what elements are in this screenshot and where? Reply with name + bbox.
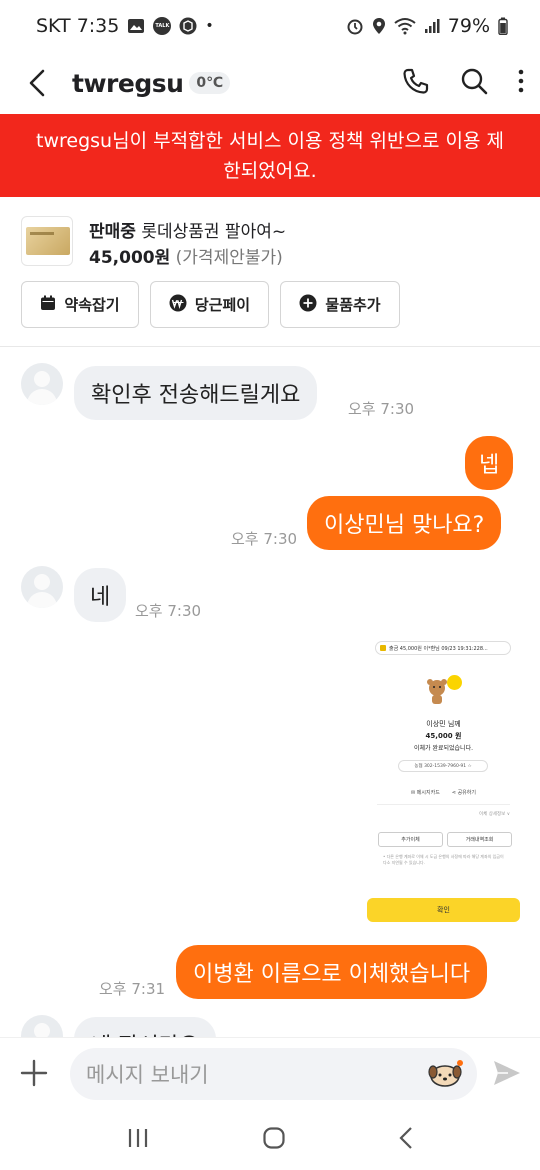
receipt-detail-toggle: 이체 상세정보 ∨ [479, 812, 510, 817]
message-bubble-incoming[interactable]: 네 [74, 568, 127, 622]
location-icon [372, 17, 386, 35]
divider [377, 804, 510, 805]
avatar[interactable] [21, 566, 63, 608]
message-time: 오후 7:30 [231, 530, 298, 548]
receipt-top-text: 출금 45,000원 이*환님 09/23 19:31:228... [389, 645, 488, 652]
message-bubble-outgoing[interactable]: 이상민님 맞나요? [307, 496, 502, 550]
chat-partner-name[interactable]: twregsu [72, 69, 184, 98]
battery-percent: 79% [447, 15, 490, 37]
avatar[interactable] [21, 1015, 63, 1037]
message-bubble-outgoing[interactable]: 이병환 이름으로 이체했습니다 [176, 945, 488, 999]
plus-icon[interactable] [19, 1058, 49, 1088]
message-time: 오후 7:31 [99, 980, 166, 998]
system-navigation-bar [0, 1110, 540, 1170]
phone-icon[interactable] [402, 67, 430, 99]
wifi-icon [394, 17, 416, 35]
avatar[interactable] [21, 363, 63, 405]
restriction-warning-banner: twregsu님이 부적합한 서비스 이용 정책 위반으로 이용 제한되었어요. [0, 114, 540, 197]
schedule-button-label: 약속잡기 [64, 296, 120, 314]
calendar-icon [40, 295, 56, 315]
message-bubble-incoming[interactable]: 확인후 전송해드릴게요 [74, 366, 318, 420]
message-text: 네 잠시만요 [91, 1028, 199, 1037]
receipt-top-bar: 출금 45,000원 이*환님 09/23 19:31:228... [375, 641, 511, 655]
product-info: 판매중 롯데상품권 팔아여~ 45,000원 (가격제안불가) 약속잡기 당근페… [0, 197, 540, 347]
receipt-bank-icon [380, 645, 386, 651]
product-thumbnail[interactable] [21, 216, 73, 266]
won-coin-icon [447, 675, 462, 690]
karrot-pay-button-label: 당근페이 [194, 296, 251, 314]
back-arrow-icon[interactable] [22, 68, 52, 98]
receipt-btn-history: 거래내역조회 [447, 832, 512, 847]
notification-dot: • [205, 18, 214, 34]
transfer-receipt-image[interactable]: 출금 45,000원 이*환님 09/23 19:31:228... 이상민 님… [367, 635, 520, 938]
message-text: 이상민님 맞나요? [324, 513, 485, 538]
send-icon[interactable] [491, 1057, 523, 1089]
receipt-note: • 다른 은행 계좌로 이체 시 도금 은행의 사정에 따라 해당 계좌의 입금… [383, 854, 504, 865]
manner-temperature-badge[interactable]: 0℃ [189, 72, 231, 94]
share-link: ⋖ 공유하기 [451, 790, 476, 796]
alarm-icon [346, 17, 364, 35]
carrier-time: SKT 7:35 [36, 15, 120, 37]
receipt-amount: 45,000 원 [425, 732, 462, 740]
message-text: 이병환 이름으로 이체했습니다 [193, 962, 471, 987]
receipt-account: 농협 302-1539-7960-91 ☆ [398, 760, 488, 772]
schedule-button[interactable]: 약속잡기 [21, 281, 139, 328]
receipt-confirm: 확인 [367, 898, 520, 922]
product-price: 45,000원 [89, 248, 171, 268]
kakaotalk-icon: TALK [153, 17, 172, 35]
ryan-character-icon [427, 679, 447, 704]
message-input[interactable]: 메시지 보내기 [70, 1048, 477, 1100]
message-time: 오후 7:30 [135, 602, 202, 620]
product-name: 롯데상품권 팔아여~ [141, 222, 287, 242]
message-bubble-outgoing[interactable]: 넵 [465, 436, 514, 490]
message-time: 오후 7:30 [348, 400, 415, 418]
receipt-status: 이체가 완료되었습니다. [413, 745, 473, 752]
box-icon [179, 17, 197, 35]
sale-status: 판매중 [89, 222, 136, 242]
search-icon[interactable] [460, 67, 488, 99]
chat-messages[interactable]: 확인후 전송해드릴게요 오후 7:30 넵 오후 7:30 이상민님 맞나요? … [0, 347, 540, 1037]
receipt-links: ✉ 메시지카드 ⋖ 공유하기 [367, 789, 520, 796]
plus-circle-icon [299, 294, 317, 316]
gallery-icon [127, 18, 145, 34]
message-text: 확인후 전송해드릴게요 [91, 383, 301, 408]
add-item-button[interactable]: 물품추가 [280, 281, 400, 328]
message-input-bar: 메시지 보내기 [0, 1037, 540, 1110]
won-icon [169, 294, 187, 316]
message-input-placeholder: 메시지 보내기 [86, 1063, 209, 1087]
message-card-link: ✉ 메시지카드 [411, 790, 440, 796]
status-bar: SKT 7:35 TALK • 79% [0, 0, 540, 52]
receipt-btn-more-transfer: 추가이체 [378, 832, 443, 847]
receipt-buttons: 추가이체 거래내역조회 [378, 832, 512, 847]
recent-apps-icon[interactable] [126, 1127, 150, 1153]
product-action-buttons: 약속잡기 당근페이 물품추가 [21, 281, 400, 328]
product-price-row: 45,000원 (가격제안불가) [89, 243, 283, 268]
system-back-icon[interactable] [398, 1126, 414, 1154]
gift-card-image [26, 227, 70, 255]
product-title[interactable]: 판매중 롯데상품권 팔아여~ [89, 217, 286, 242]
emoji-icon[interactable] [427, 1060, 463, 1088]
banner-text: twregsu님이 부적합한 서비스 이용 정책 위반으로 이용 제한되었어요. [36, 129, 504, 182]
home-icon[interactable] [262, 1126, 286, 1154]
message-text: 네 [90, 585, 111, 610]
karrot-pay-button[interactable]: 당근페이 [150, 281, 269, 328]
chat-header: twregsu 0℃ [0, 52, 540, 114]
battery-icon [498, 17, 508, 35]
signal-icon [424, 18, 440, 34]
price-note: (가격제안불가) [175, 248, 283, 268]
add-item-button-label: 물품추가 [325, 296, 381, 314]
more-options-icon[interactable] [518, 69, 524, 97]
receipt-recipient: 이상민 님께 [426, 720, 461, 728]
message-bubble-incoming[interactable]: 네 잠시만요 [74, 1017, 217, 1037]
message-text: 넵 [479, 453, 500, 478]
